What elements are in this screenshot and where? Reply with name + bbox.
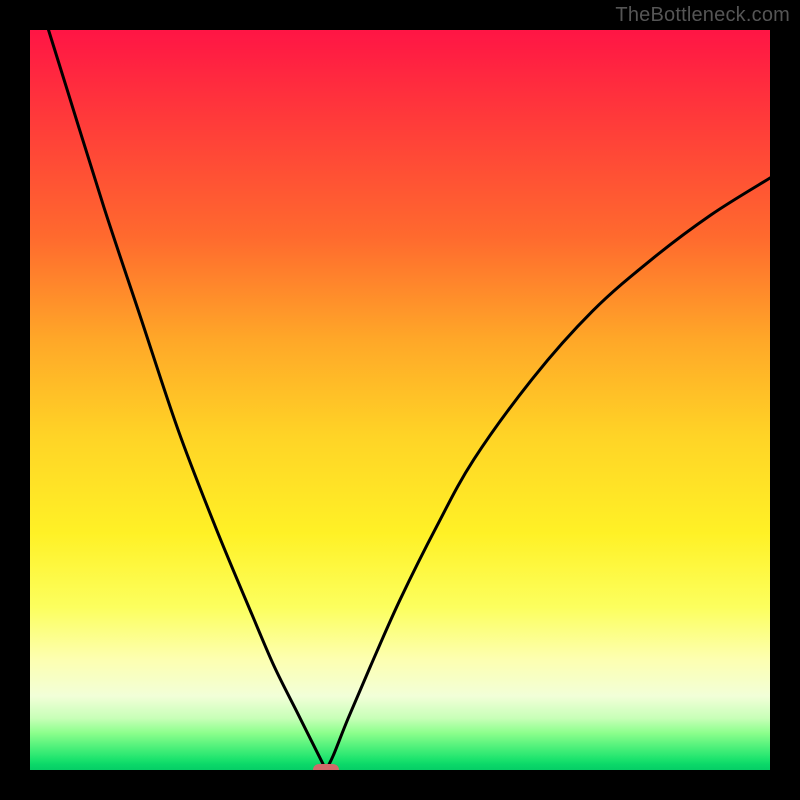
watermark-text: TheBottleneck.com [615, 4, 790, 27]
curve-left-branch [30, 30, 326, 770]
curve-right-branch [326, 178, 770, 770]
plot-area [30, 30, 770, 770]
bottleneck-curve [30, 30, 770, 770]
chart-frame: TheBottleneck.com [0, 0, 800, 800]
vertex-marker [313, 764, 339, 770]
